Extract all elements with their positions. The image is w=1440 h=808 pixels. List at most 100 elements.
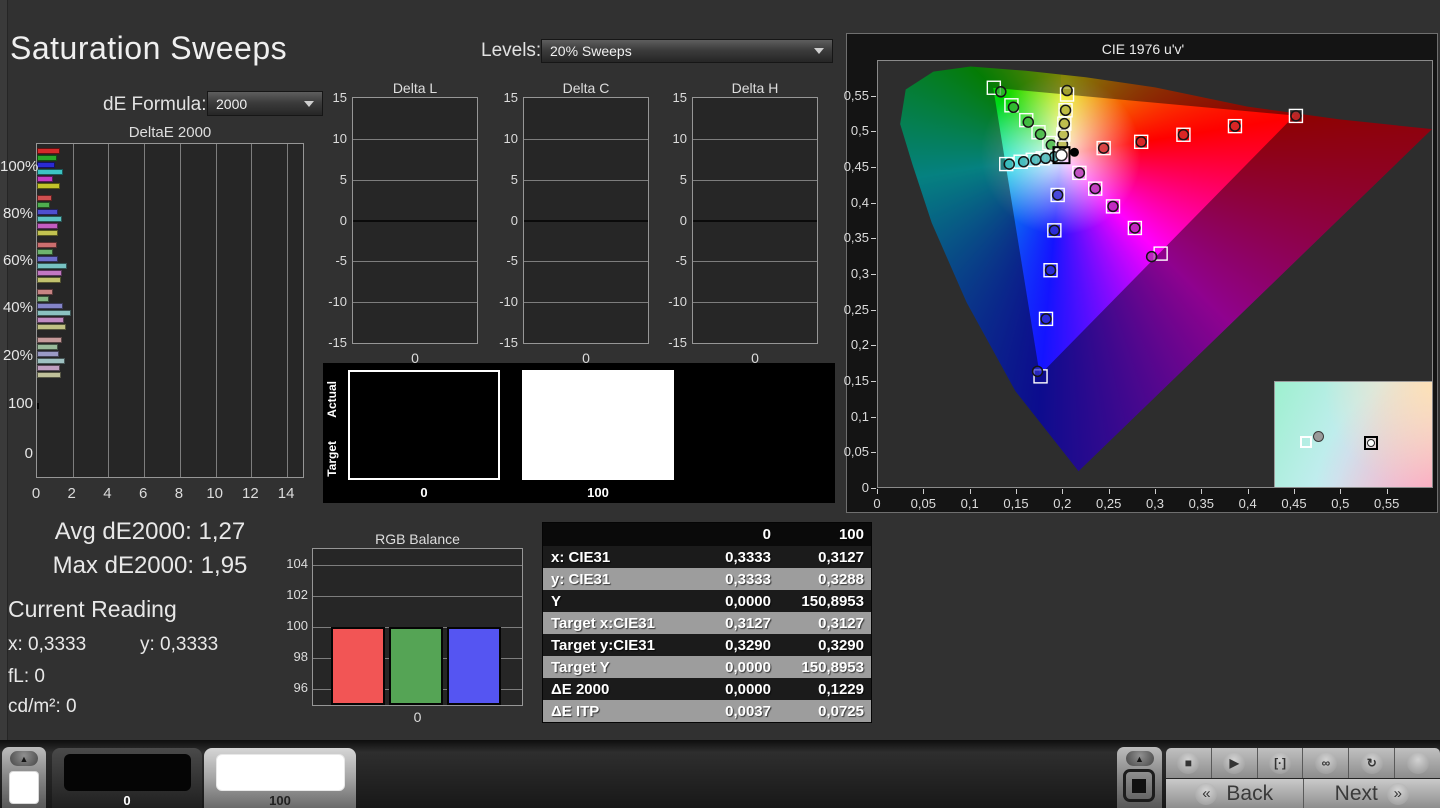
deltae-bar	[37, 176, 53, 182]
deltae-bar	[37, 230, 58, 236]
compare-swatch-100	[522, 370, 674, 480]
x-tick-label: 0,1	[952, 496, 988, 511]
gridline	[108, 144, 109, 477]
levels-dropdown[interactable]: 20% Sweeps	[541, 39, 833, 63]
play-icon: ▶	[1223, 752, 1245, 774]
y-tick-label: 5	[319, 172, 347, 187]
deltae-bar	[37, 358, 65, 364]
next-button[interactable]: Next »	[1304, 779, 1440, 808]
gridline	[216, 144, 217, 477]
table-row: x: CIE310,33330,3127	[543, 546, 871, 568]
zero-line	[353, 220, 477, 222]
row-label: Target Y	[543, 659, 683, 676]
cie-measured-circle-green	[1023, 117, 1033, 127]
zero-line	[693, 220, 817, 222]
row-value-0: 0,3290	[683, 637, 771, 654]
stop-measure-button[interactable]	[1123, 769, 1155, 802]
blank-button[interactable]	[1395, 748, 1440, 778]
current-reading-fl: fL: 0	[8, 666, 45, 688]
rgb-bar-green	[389, 627, 443, 705]
x-tick	[1340, 489, 1341, 494]
next-label: Next	[1335, 782, 1378, 806]
x-tick-label: 8	[169, 485, 189, 502]
bar-group-label: 80%	[0, 205, 33, 222]
y-tick-label: 0,2	[841, 337, 869, 352]
y-tick-label: 0	[841, 480, 869, 495]
taskbar: ▲ 0 100 ▲ ■▶[·]∞↻ « Back Next »	[0, 740, 1440, 808]
target-row-label: Target	[325, 441, 339, 477]
table-row: ΔE ITP0,00370,0725	[543, 700, 871, 722]
deltae-bar	[37, 337, 62, 343]
deltae-bar	[37, 162, 55, 168]
y-tick-label: 0,45	[841, 159, 869, 174]
gridline	[313, 596, 522, 597]
row-value-100: 150,8953	[771, 659, 871, 676]
y-tick-label: 0,35	[841, 230, 869, 245]
patch-0-panel: 0	[52, 748, 202, 808]
gridline	[693, 180, 817, 181]
cie-measured-circle-cyan	[1041, 153, 1051, 163]
y-tick	[871, 203, 876, 204]
y-tick	[871, 310, 876, 311]
y-tick-label: 0	[490, 213, 518, 228]
x-tick	[1155, 489, 1156, 494]
taskbar-meter-panel: ▲	[1117, 747, 1162, 808]
actual-row-label: Actual	[325, 381, 339, 418]
deltae-bar	[37, 344, 58, 350]
deltae-bar	[37, 365, 60, 371]
cie-measured-circle-yellow	[1061, 105, 1071, 115]
refresh-button[interactable]: ↻	[1349, 748, 1395, 778]
measure-button[interactable]: [·]	[1258, 748, 1304, 778]
continuous-button[interactable]: ∞	[1303, 748, 1349, 778]
chevron-down-icon	[814, 48, 824, 54]
cie-whitepoint-circle	[1056, 150, 1067, 161]
compare-swatch-0-label: 0	[348, 485, 500, 500]
y-tick-label: 0,5	[841, 123, 869, 138]
current-patch-swatch[interactable]	[9, 771, 39, 804]
x-tick	[923, 489, 924, 494]
y-tick	[871, 96, 876, 97]
y-tick-label: 0,55	[841, 88, 869, 103]
de-formula-label: dE Formula:	[103, 94, 206, 116]
play-button[interactable]: ▶	[1212, 748, 1258, 778]
patch-0-swatch[interactable]	[64, 754, 191, 791]
gridline	[693, 139, 817, 140]
table-row: Target Y0,0000150,8953	[543, 656, 871, 678]
current-reading-x: x: 0,3333	[8, 634, 86, 656]
back-button[interactable]: « Back	[1166, 779, 1304, 808]
y-tick	[871, 238, 876, 239]
y-tick	[871, 167, 876, 168]
expand-up-button[interactable]: ▲	[10, 751, 38, 766]
row-value-0: 0,3127	[683, 615, 771, 632]
deltae-bar	[37, 277, 61, 283]
rgb-balance-chart	[312, 548, 523, 706]
row-value-100: 0,3288	[771, 571, 871, 588]
inset-target-square	[1300, 436, 1312, 448]
cie-measured-circle-green	[1046, 140, 1056, 150]
page-title: Saturation Sweeps	[10, 30, 287, 67]
stop-button[interactable]: ■	[1166, 748, 1212, 778]
y-tick-label: 5	[659, 172, 687, 187]
expand-up-button[interactable]: ▲	[1126, 751, 1154, 766]
patch-100-swatch[interactable]	[216, 754, 345, 791]
x-tick-label: 0,35	[1183, 496, 1219, 511]
compare-swatch-100-label: 100	[522, 485, 674, 500]
rgb-bar-blue	[447, 627, 501, 705]
measure-icon: [·]	[1269, 752, 1291, 774]
x-tick-label: 6	[133, 485, 153, 502]
current-reading-y: y: 0,3333	[140, 634, 218, 656]
cie-measured-circle-blue	[1046, 265, 1056, 275]
bar-group-label: 100	[0, 395, 33, 412]
row-value-100: 150,8953	[771, 593, 871, 610]
back-label: Back	[1226, 782, 1273, 806]
cie-measured-circle-green	[996, 87, 1006, 97]
y-tick-label: 0,05	[841, 444, 869, 459]
current-reading-cdm2: cd/m²: 0	[8, 696, 77, 718]
deltae-bar	[37, 289, 53, 295]
cie-measured-circle-blue	[1049, 225, 1059, 235]
de-formula-dropdown[interactable]: 2000	[207, 91, 323, 116]
cie-whitepoint-inset	[1274, 381, 1433, 488]
deltae-bar	[37, 263, 67, 269]
bar-group-label: 0	[0, 445, 33, 462]
y-tick-label: 0	[659, 213, 687, 228]
